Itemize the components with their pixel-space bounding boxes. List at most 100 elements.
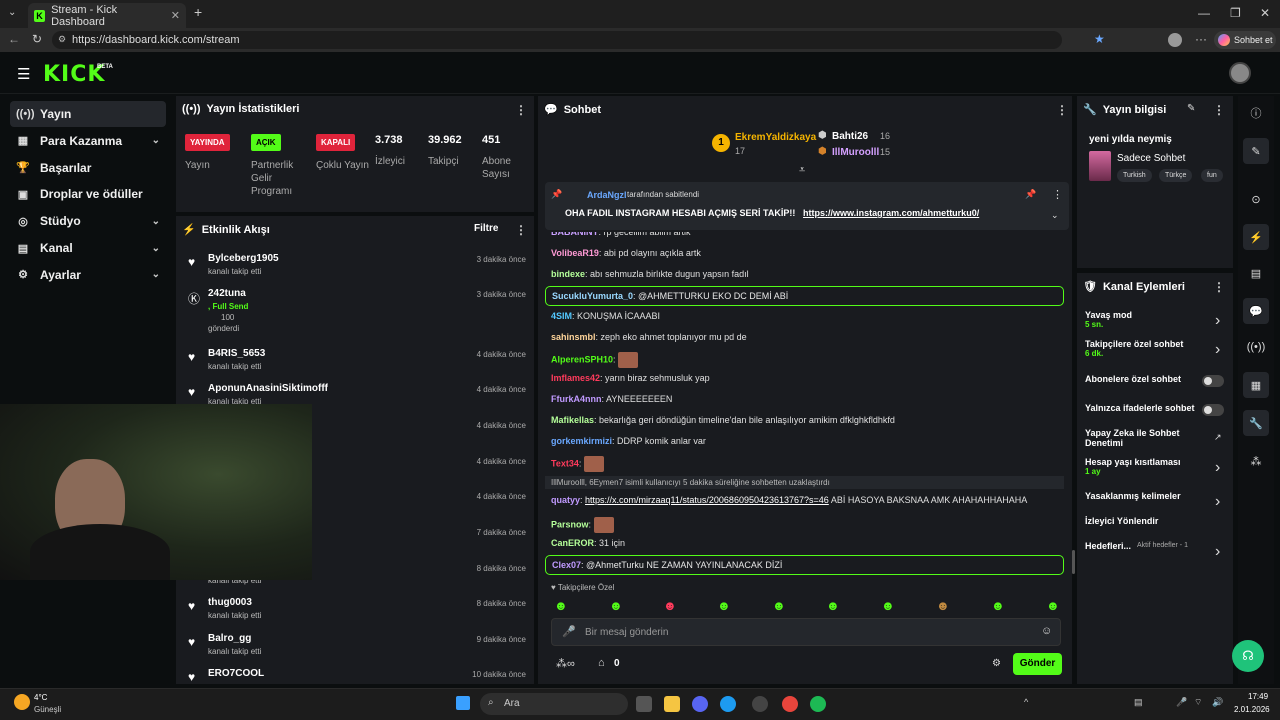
task-view-icon[interactable] bbox=[636, 696, 652, 712]
category-name[interactable]: Sadece Sohbet bbox=[1117, 153, 1185, 164]
minimize-icon[interactable]: — bbox=[1198, 6, 1210, 20]
pinned-by-user[interactable]: ArdaNgzl bbox=[587, 190, 627, 200]
notes-icon[interactable]: ▤ bbox=[1243, 260, 1269, 286]
toggle-switch[interactable] bbox=[1202, 404, 1224, 416]
crosshair-icon[interactable]: ⊙ bbox=[1243, 186, 1269, 212]
top-gifter-2-name[interactable]: Bahti26 bbox=[832, 131, 868, 142]
tray-chevron-icon[interactable]: ^ bbox=[1024, 697, 1028, 707]
action-row[interactable]: Yavaş mod 5 sn. bbox=[1085, 310, 1225, 329]
activity-user[interactable]: thug0003 bbox=[208, 597, 252, 608]
chevron-right-icon[interactable]: › bbox=[1215, 341, 1220, 359]
file-explorer-icon[interactable] bbox=[664, 696, 680, 712]
action-row[interactable]: Hedefleri... Aktif hedefler - 1 bbox=[1085, 541, 1225, 551]
emote-icon[interactable]: ☻ bbox=[936, 598, 950, 613]
apps-rail-icon[interactable]: ⁂ bbox=[1243, 448, 1269, 474]
browser-tab[interactable]: K Stream - Kick Dashboard ✕ bbox=[28, 3, 186, 28]
send-button[interactable]: Gönder bbox=[1013, 653, 1062, 675]
emote-icon[interactable]: ☻ bbox=[826, 598, 840, 613]
chat-rail-icon[interactable]: 💬 bbox=[1243, 298, 1269, 324]
new-tab-icon[interactable]: + bbox=[194, 4, 202, 20]
site-info-icon[interactable]: ⚙ bbox=[58, 34, 66, 45]
action-row[interactable]: İzleyici Yönlendir bbox=[1085, 516, 1225, 526]
action-row[interactable]: Hesap yaşı kısıtlaması 1 ay bbox=[1085, 457, 1225, 476]
actions-menu-icon[interactable]: ⋮ bbox=[1213, 280, 1225, 294]
activity-user[interactable]: Balro_gg bbox=[208, 633, 251, 644]
clock-date[interactable]: 2.01.2026 bbox=[1234, 705, 1270, 714]
user-avatar[interactable] bbox=[1229, 62, 1251, 84]
top-gifter-1-name[interactable]: EkremYaldizkaya bbox=[735, 132, 816, 143]
chat-settings-icon[interactable]: ⚙ bbox=[992, 658, 1001, 669]
emote-icon[interactable]: ☻ bbox=[609, 598, 623, 613]
chat-username[interactable]: Imflames42 bbox=[551, 373, 600, 383]
chevron-right-icon[interactable]: › bbox=[1215, 312, 1220, 330]
chat-username[interactable]: FfurkA4nnn bbox=[551, 394, 602, 404]
pinned-link[interactable]: https://www.instagram.com/ahmetturku0/ bbox=[803, 208, 979, 218]
back-icon[interactable]: ← bbox=[8, 32, 20, 46]
broadcast-rail-icon[interactable]: ((•)) bbox=[1243, 334, 1269, 360]
chat-username[interactable]: bindexe bbox=[551, 269, 585, 279]
taskbar-search[interactable]: Ara bbox=[480, 693, 628, 715]
emote-icon[interactable]: ☻ bbox=[991, 598, 1005, 613]
favorite-star-icon[interactable]: ★ bbox=[1094, 32, 1105, 46]
activity-user[interactable]: 242tuna bbox=[208, 288, 246, 299]
layout-rail-icon[interactable]: ▦ bbox=[1243, 372, 1269, 398]
action-row[interactable]: Yapay Zeka ile Sohbet Denetimi bbox=[1085, 428, 1205, 448]
pinned-expand-icon[interactable]: ⌄ bbox=[1051, 210, 1059, 221]
top-gifter-3-name[interactable]: IllMuroolll bbox=[832, 147, 879, 158]
edit-rail-icon[interactable]: ✎ bbox=[1243, 138, 1269, 164]
chat-username[interactable]: AlperenSPH10 bbox=[551, 354, 613, 364]
tray-network-icon[interactable]: ▤ bbox=[1134, 697, 1143, 708]
emote-icon[interactable]: ☻ bbox=[663, 598, 677, 613]
info-circle-icon[interactable]: ⓘ bbox=[1243, 100, 1269, 126]
hamburger-menu-icon[interactable]: ☰ bbox=[17, 65, 30, 83]
chat-username[interactable]: quatyy bbox=[551, 495, 580, 505]
tray-volume-icon[interactable]: 🔊 bbox=[1212, 697, 1223, 708]
emote-icon[interactable]: ☻ bbox=[772, 598, 786, 613]
tag-chip[interactable]: Türkçe bbox=[1159, 169, 1193, 182]
tab-list-icon[interactable]: ⌄ bbox=[8, 7, 16, 18]
activity-menu-icon[interactable]: ⋮ bbox=[515, 223, 527, 237]
tag-chip[interactable]: Turkish bbox=[1117, 169, 1152, 182]
close-window-icon[interactable]: ✕ bbox=[1260, 6, 1270, 20]
spotify-icon[interactable] bbox=[810, 696, 826, 712]
emote-icon[interactable]: ☻ bbox=[554, 598, 568, 613]
close-tab-icon[interactable]: ✕ bbox=[171, 9, 180, 22]
clock-time[interactable]: 17:49 bbox=[1248, 692, 1268, 701]
emoji-icon[interactable]: ☺ bbox=[1041, 625, 1052, 637]
sidebar-item-0[interactable]: ((•)) Yayın bbox=[10, 101, 166, 127]
action-row[interactable]: Yasaklanmış kelimeler bbox=[1085, 491, 1225, 501]
activity-user[interactable]: Bylceberg1905 bbox=[208, 253, 279, 264]
activity-user[interactable]: ERO7COOL bbox=[208, 668, 264, 679]
profile-avatar[interactable] bbox=[1168, 33, 1182, 47]
activity-rail-icon[interactable]: ⚡ bbox=[1243, 224, 1269, 250]
info-menu-icon[interactable]: ⋮ bbox=[1213, 103, 1225, 117]
expand-leaderboard-icon[interactable]: ⩡ bbox=[799, 164, 805, 177]
toggle-switch[interactable] bbox=[1202, 375, 1224, 387]
chevron-right-icon[interactable]: › bbox=[1215, 459, 1220, 477]
emote-icon[interactable]: ☻ bbox=[717, 598, 731, 613]
chevron-right-icon[interactable]: › bbox=[1215, 493, 1220, 511]
unpin-icon[interactable]: 📌 bbox=[1025, 189, 1036, 200]
emote-icon[interactable]: ☻ bbox=[881, 598, 895, 613]
gift-infinity-icon[interactable]: ⁂∞ bbox=[556, 657, 575, 670]
sidebar-item-2[interactable]: 🏆 Başarılar bbox=[10, 155, 166, 181]
more-menu-icon[interactable]: ··· bbox=[1195, 32, 1207, 46]
chat-username[interactable]: sahinsmbl bbox=[551, 332, 596, 342]
chat-input[interactable]: 🎤 Bir mesaj gönderin ☺ bbox=[551, 618, 1061, 646]
tray-wifi-icon[interactable]: ⌔ bbox=[1194, 697, 1202, 708]
pinned-menu-icon[interactable]: ⋮ bbox=[1052, 188, 1063, 201]
wrench-rail-icon[interactable]: 🔧 bbox=[1243, 410, 1269, 436]
chat-username[interactable]: Parsnow bbox=[551, 519, 589, 529]
activity-user[interactable]: B4RIS_5653 bbox=[208, 348, 265, 359]
chat-username[interactable]: CanEROR bbox=[551, 538, 594, 548]
chat-menu-icon[interactable]: ⋮ bbox=[1056, 103, 1068, 117]
action-row[interactable]: Takipçilere özel sohbet 6 dk. bbox=[1085, 339, 1225, 358]
url-input[interactable]: https://dashboard.kick.com/stream bbox=[52, 31, 1062, 49]
sidebar-item-4[interactable]: ◎ Stüdyo ⌄ bbox=[10, 208, 166, 234]
steam-icon[interactable] bbox=[752, 696, 768, 712]
emote-icon[interactable]: ☻ bbox=[1046, 598, 1060, 613]
support-headset-icon[interactable]: ☊ bbox=[1232, 640, 1264, 672]
chat-scrollbar[interactable] bbox=[1072, 550, 1075, 574]
windows-start-icon[interactable] bbox=[456, 696, 470, 710]
discord-icon[interactable] bbox=[692, 696, 708, 712]
